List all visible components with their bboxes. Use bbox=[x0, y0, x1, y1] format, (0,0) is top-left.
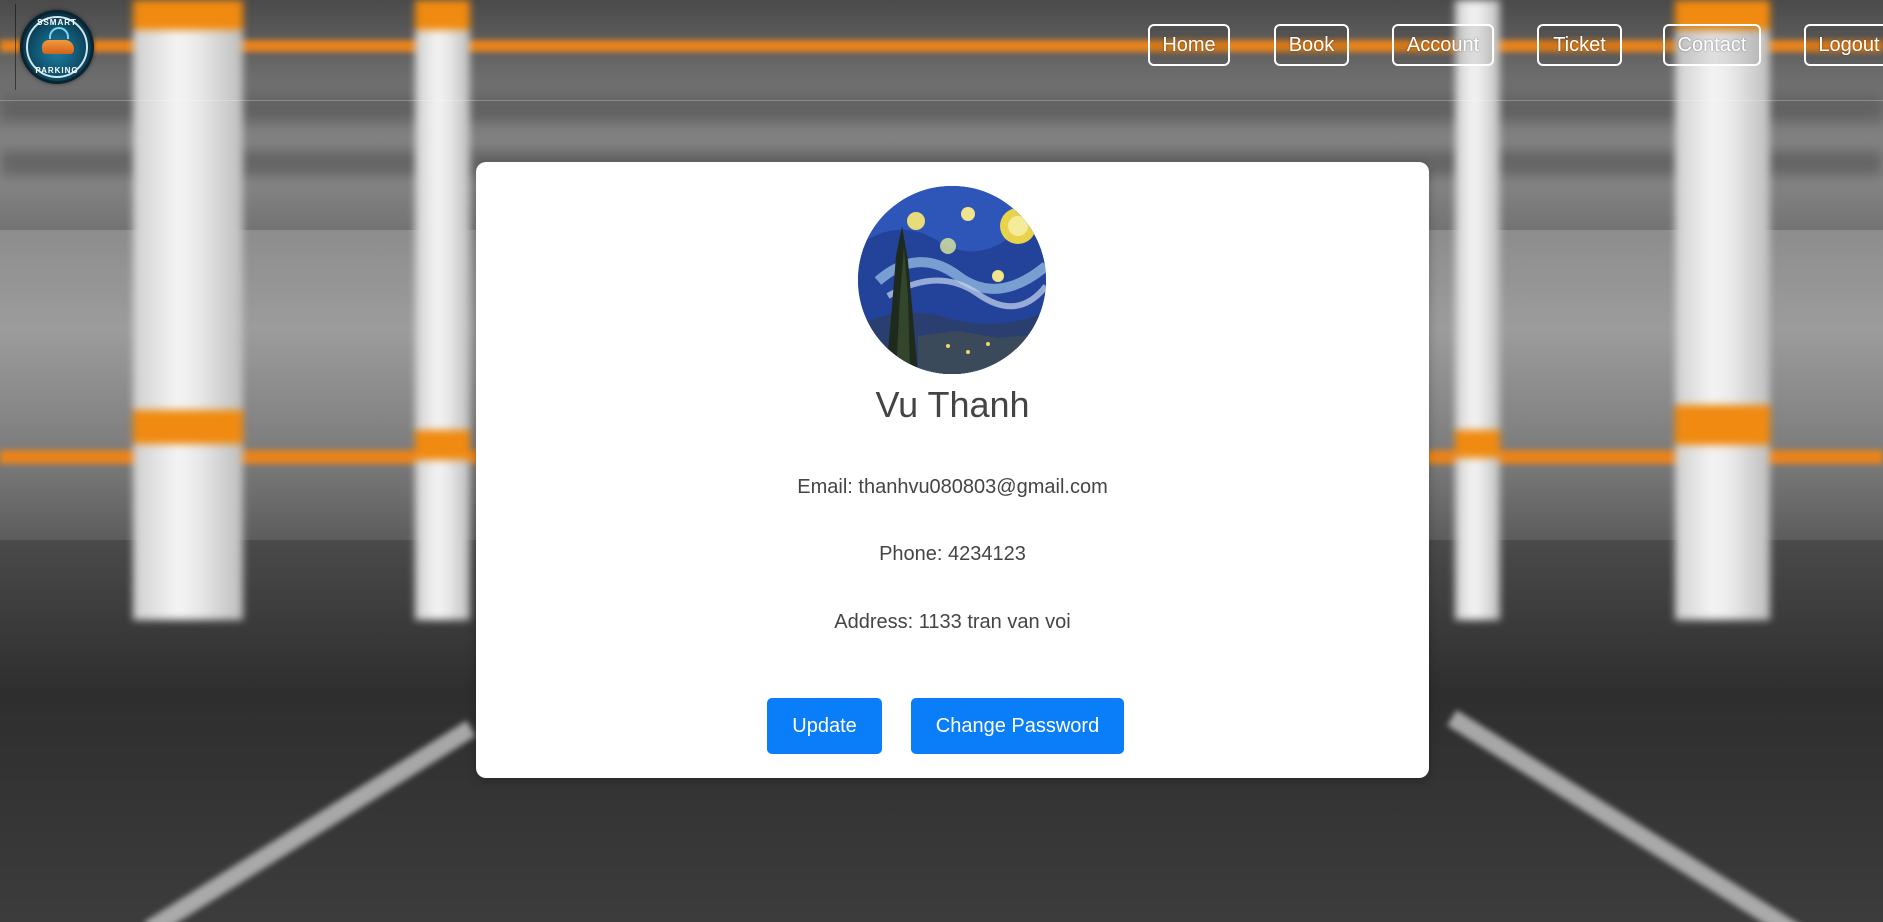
profile-email: Email: thanhvu080803@gmail.com bbox=[797, 476, 1108, 498]
logo-text-top: SSMART bbox=[37, 18, 77, 27]
profile-card: Vu Thanh Email: thanhvu080803@gmail.com … bbox=[476, 162, 1429, 778]
car-icon bbox=[42, 40, 74, 54]
logo-divider bbox=[15, 4, 16, 90]
starry-night-icon bbox=[858, 186, 1046, 374]
profile-address: Address: 1133 tran van voi bbox=[834, 611, 1071, 633]
smart-parking-logo[interactable]: SSMART PARKING bbox=[20, 10, 94, 84]
nav-book-button[interactable]: Book bbox=[1274, 24, 1349, 66]
nav-ticket-button[interactable]: Ticket bbox=[1537, 24, 1622, 66]
nav-home-button[interactable]: Home bbox=[1148, 24, 1230, 66]
update-button[interactable]: Update bbox=[767, 698, 882, 754]
profile-name: Vu Thanh bbox=[875, 384, 1030, 425]
avatar bbox=[858, 186, 1046, 374]
nav-account-button[interactable]: Account bbox=[1392, 24, 1494, 66]
profile-phone: Phone: 4234123 bbox=[879, 543, 1026, 565]
navbar: SSMART PARKING Home Book Account Ticket … bbox=[0, 0, 1883, 101]
logo-text-bottom: PARKING bbox=[35, 66, 79, 75]
nav-contact-button[interactable]: Contact bbox=[1663, 24, 1761, 66]
nav-logout-button[interactable]: Logout bbox=[1804, 24, 1883, 66]
change-password-button[interactable]: Change Password bbox=[911, 698, 1124, 754]
